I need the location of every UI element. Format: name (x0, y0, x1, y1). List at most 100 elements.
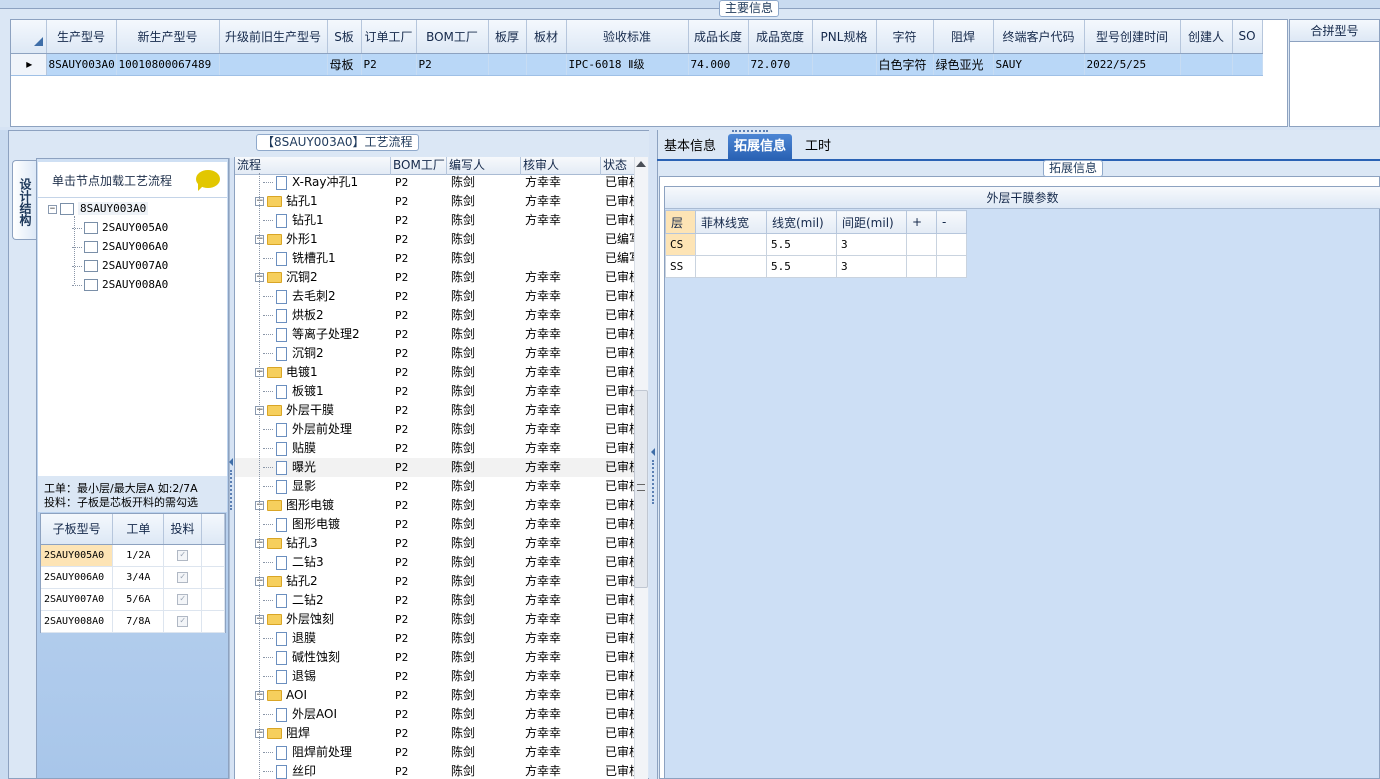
table-cell[interactable]: 2022/5/25 (1084, 53, 1181, 76)
table-row[interactable]: ▸ 8SAUY003A0 10010800067489 母板 P2 P2 IPC-6018 … (11, 53, 1263, 76)
param-cell[interactable]: 5.5 (766, 255, 837, 278)
column-header[interactable]: 线宽(mil) (766, 210, 837, 234)
collapse-icon[interactable]: − (48, 204, 57, 214)
param-cell[interactable] (695, 255, 767, 278)
process-row[interactable]: 图形电镀 P2 陈剑 方幸幸 已审核 (235, 515, 635, 534)
order-cell[interactable]: 1/2A (112, 544, 165, 567)
tree-node[interactable]: 2SAUY005A0 (72, 221, 168, 234)
tree-node[interactable]: 2SAUY007A0 (72, 259, 168, 272)
param-cell[interactable]: 3 (836, 233, 907, 256)
sub-board-grid[interactable]: 子板型号 工单 投料 2SAUY005A0 1/2A ✓ 2SAUY006A0 3/4A ✓ 2… (40, 513, 226, 633)
table-cell[interactable]: 74.000 (688, 53, 749, 76)
merge-model-panel[interactable]: 合拼型号 (1289, 19, 1380, 127)
table-cell[interactable] (1180, 53, 1233, 76)
table-row[interactable]: 2SAUY006A0 3/4A ✓ (41, 566, 226, 589)
process-row[interactable]: 阻焊前处理 P2 陈剑 方幸幸 已审核 (235, 743, 635, 762)
feed-cell[interactable]: ✓ (163, 588, 202, 611)
param-cell[interactable] (906, 233, 937, 256)
process-row[interactable]: 贴膜 P2 陈剑 方幸幸 已审核 (235, 439, 635, 458)
sub-model-cell[interactable]: 2SAUY006A0 (41, 566, 114, 589)
process-row[interactable]: 退膜 P2 陈剑 方幸幸 已审核 (235, 629, 635, 648)
table-cell[interactable] (488, 53, 527, 76)
process-row[interactable]: 板镀1 P2 陈剑 方幸幸 已审核 (235, 382, 635, 401)
process-row[interactable]: −钻孔2P2陈剑方幸幸已审核 (235, 572, 635, 591)
column-header[interactable]: SO (1232, 20, 1263, 54)
table-cell[interactable]: P2 (416, 53, 489, 76)
table-cell[interactable]: 8SAUY003A0 (46, 53, 117, 76)
table-cell[interactable]: 母板 (327, 53, 362, 76)
tree-node[interactable]: 2SAUY008A0 (72, 278, 168, 291)
feed-cell[interactable]: ✓ (163, 610, 202, 633)
sub-model-cell[interactable]: 2SAUY005A0 (41, 544, 114, 567)
process-row[interactable]: −AOIP2陈剑方幸幸已审核 (235, 686, 635, 705)
order-cell[interactable]: 5/6A (112, 588, 165, 611)
table-cell[interactable]: 绿色亚光 (933, 53, 994, 76)
column-header[interactable]: 板厚 (488, 20, 527, 54)
column-header[interactable]: 创建人 (1180, 20, 1233, 54)
column-header[interactable]: 工单 (112, 514, 165, 545)
column-header[interactable]: 阻焊 (933, 20, 994, 54)
feed-checkbox[interactable]: ✓ (177, 550, 189, 561)
column-header[interactable]: S板 (327, 20, 362, 54)
column-header[interactable]: 板材 (526, 20, 567, 54)
order-cell[interactable]: 3/4A (112, 566, 165, 589)
process-row[interactable]: −阻焊P2陈剑方幸幸已审核 (235, 724, 635, 743)
table-cell[interactable] (219, 53, 328, 76)
column-header[interactable]: 投料 (163, 514, 202, 545)
table-cell[interactable] (812, 53, 877, 76)
tab-extended-info[interactable]: 拓展信息 (728, 134, 793, 159)
param-cell[interactable]: 3 (836, 255, 907, 278)
tree-node[interactable]: 2SAUY006A0 (72, 240, 168, 253)
process-row[interactable]: −沉铜2P2陈剑方幸幸已审核 (235, 268, 635, 287)
column-header[interactable]: 字符 (876, 20, 934, 54)
process-row[interactable]: 去毛刺2 P2 陈剑 方幸幸 已审核 (235, 287, 635, 306)
process-row[interactable]: −外形1P2陈剑已编写 (235, 230, 635, 249)
process-row[interactable]: 显影 P2 陈剑 方幸幸 已审核 (235, 477, 635, 496)
outer-dryfilm-grid[interactable]: 层菲林线宽 线宽(mil) 间距(mil) + - CS 5.5 3 SS 5.5 3 (665, 210, 967, 278)
tab-design-structure[interactable]: 设计结构 (12, 160, 36, 240)
table-cell[interactable] (526, 53, 567, 76)
table-row[interactable]: CS 5.5 3 (665, 233, 967, 256)
feed-cell[interactable]: ✓ (163, 566, 202, 589)
column-header[interactable]: 升级前旧生产型号 (219, 20, 328, 54)
table-cell[interactable]: 白色字符 (876, 53, 934, 76)
sub-model-cell[interactable]: 2SAUY007A0 (41, 588, 114, 611)
layer-cell[interactable]: SS (665, 255, 696, 278)
process-row[interactable]: 退锡 P2 陈剑 方幸幸 已审核 (235, 667, 635, 686)
table-cell[interactable]: P2 (361, 53, 417, 76)
process-row[interactable]: 二钻3 P2 陈剑 方幸幸 已审核 (235, 553, 635, 572)
process-row[interactable]: 沉铜2 P2 陈剑 方幸幸 已审核 (235, 344, 635, 363)
column-header[interactable]: 成品长度 (688, 20, 749, 54)
main-info-grid[interactable]: 生产型号 新生产型号 升级前旧生产型号 S板 订单工厂 BOM工厂 板厚 板材 验收标准 成品长度… (10, 19, 1288, 127)
column-header[interactable]: 终端客户代码 (993, 20, 1085, 54)
remove-row-button[interactable]: - (936, 210, 967, 234)
table-cell[interactable]: 72.070 (748, 53, 813, 76)
tab-work-hours[interactable]: 工时 (799, 134, 837, 159)
column-header[interactable]: 菲林线宽 (695, 210, 767, 234)
process-row[interactable]: 外层AOI P2 陈剑 方幸幸 已审核 (235, 705, 635, 724)
param-cell[interactable] (936, 233, 967, 256)
feed-checkbox[interactable]: ✓ (177, 572, 189, 583)
table-row[interactable]: SS 5.5 3 (665, 255, 967, 278)
process-row[interactable]: −钻孔3P2陈剑方幸幸已审核 (235, 534, 635, 553)
process-row[interactable]: 烘板2 P2 陈剑 方幸幸 已审核 (235, 306, 635, 325)
column-header[interactable]: 新生产型号 (116, 20, 220, 54)
structure-tree[interactable]: − 8SAUY003A0 2SAUY005A0 2SAUY006A0 2SAUY007… (38, 198, 227, 476)
feed-cell[interactable]: ✓ (163, 544, 202, 567)
process-row[interactable]: −电镀1P2陈剑方幸幸已审核 (235, 363, 635, 382)
sub-model-cell[interactable]: 2SAUY008A0 (41, 610, 114, 633)
process-row[interactable]: −图形电镀P2陈剑方幸幸已审核 (235, 496, 635, 515)
process-row[interactable]: 钻孔1 P2 陈剑 方幸幸 已审核 (235, 211, 635, 230)
process-row[interactable]: 铣槽孔1 P2 陈剑 已编写 (235, 249, 635, 268)
column-header[interactable]: BOM工厂 (416, 20, 489, 54)
process-flow-tree[interactable]: 流程BOM工厂编写人核审人状态 X-Ray冲孔1P2陈剑方幸幸已审核−钻孔1P2… (234, 157, 648, 779)
add-row-button[interactable]: + (906, 210, 937, 234)
process-row[interactable]: 二钻2 P2 陈剑 方幸幸 已审核 (235, 591, 635, 610)
column-header[interactable]: 型号创建时间 (1084, 20, 1181, 54)
column-header[interactable]: 验收标准 (566, 20, 689, 54)
param-cell[interactable] (936, 255, 967, 278)
process-row[interactable]: 丝印 P2 陈剑 方幸幸 已审核 (235, 762, 635, 779)
column-header[interactable]: 成品宽度 (748, 20, 813, 54)
column-header[interactable]: 间距(mil) (836, 210, 907, 234)
process-row[interactable]: −外层干膜P2陈剑方幸幸已审核 (235, 401, 635, 420)
